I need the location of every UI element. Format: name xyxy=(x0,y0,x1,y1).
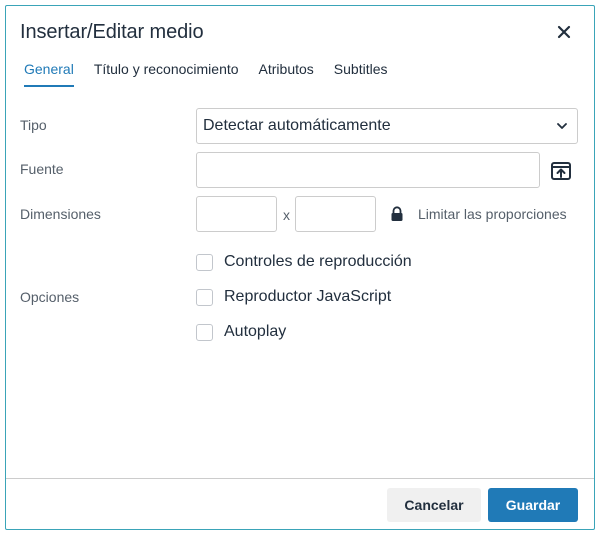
checkbox-box[interactable] xyxy=(196,323,213,341)
tab-subtitles[interactable]: Subtitles xyxy=(324,59,398,87)
opciones-label: Opciones xyxy=(20,289,80,305)
cancel-button[interactable]: Cancelar xyxy=(387,488,481,522)
tab-titulo-reconocimiento[interactable]: Título y reconocimiento xyxy=(84,59,249,87)
chevron-down-icon xyxy=(557,123,567,129)
dialog-footer: Cancelar Guardar xyxy=(6,478,594,530)
save-button[interactable]: Guardar xyxy=(488,488,578,522)
checkbox-box[interactable] xyxy=(196,288,213,306)
dialog-title: Insertar/Editar medio xyxy=(20,21,204,43)
checkbox-label: Autoplay xyxy=(224,323,287,340)
checkbox-label: Controles de reproducción xyxy=(224,253,412,270)
checkbox-label: Reproductor JavaScript xyxy=(224,288,392,305)
upload-icon xyxy=(551,162,571,180)
width-input[interactable] xyxy=(196,196,277,232)
lock-icon[interactable] xyxy=(390,206,404,222)
media-dialog: Insertar/Editar medio General Título y r… xyxy=(5,5,595,530)
tipo-label: Tipo xyxy=(20,117,47,133)
tab-atributos[interactable]: Atributos xyxy=(249,59,324,87)
close-button[interactable] xyxy=(552,20,576,44)
dimensiones-label: Dimensiones xyxy=(20,206,101,222)
browse-button[interactable] xyxy=(549,159,573,183)
dialog-header: Insertar/Editar medio xyxy=(6,6,594,58)
checkbox-box[interactable] xyxy=(196,253,213,271)
tab-general[interactable]: General xyxy=(14,59,84,87)
checkbox-controles[interactable]: Controles de reproducción xyxy=(196,253,412,271)
checkbox-autoplay[interactable]: Autoplay xyxy=(196,323,286,341)
tipo-selected-value: Detectar automáticamente xyxy=(203,117,391,134)
tab-bar: General Título y reconocimiento Atributo… xyxy=(14,59,398,87)
tipo-select[interactable]: Detectar automáticamente xyxy=(196,108,578,144)
close-icon xyxy=(557,25,571,39)
fuente-label: Fuente xyxy=(20,161,64,177)
fuente-input[interactable] xyxy=(196,152,540,188)
constrain-proportions-label: Limitar las proporciones xyxy=(418,206,567,222)
height-input[interactable] xyxy=(295,196,376,232)
dimension-separator: x xyxy=(283,207,290,223)
checkbox-reproductor-javascript[interactable]: Reproductor JavaScript xyxy=(196,288,391,306)
